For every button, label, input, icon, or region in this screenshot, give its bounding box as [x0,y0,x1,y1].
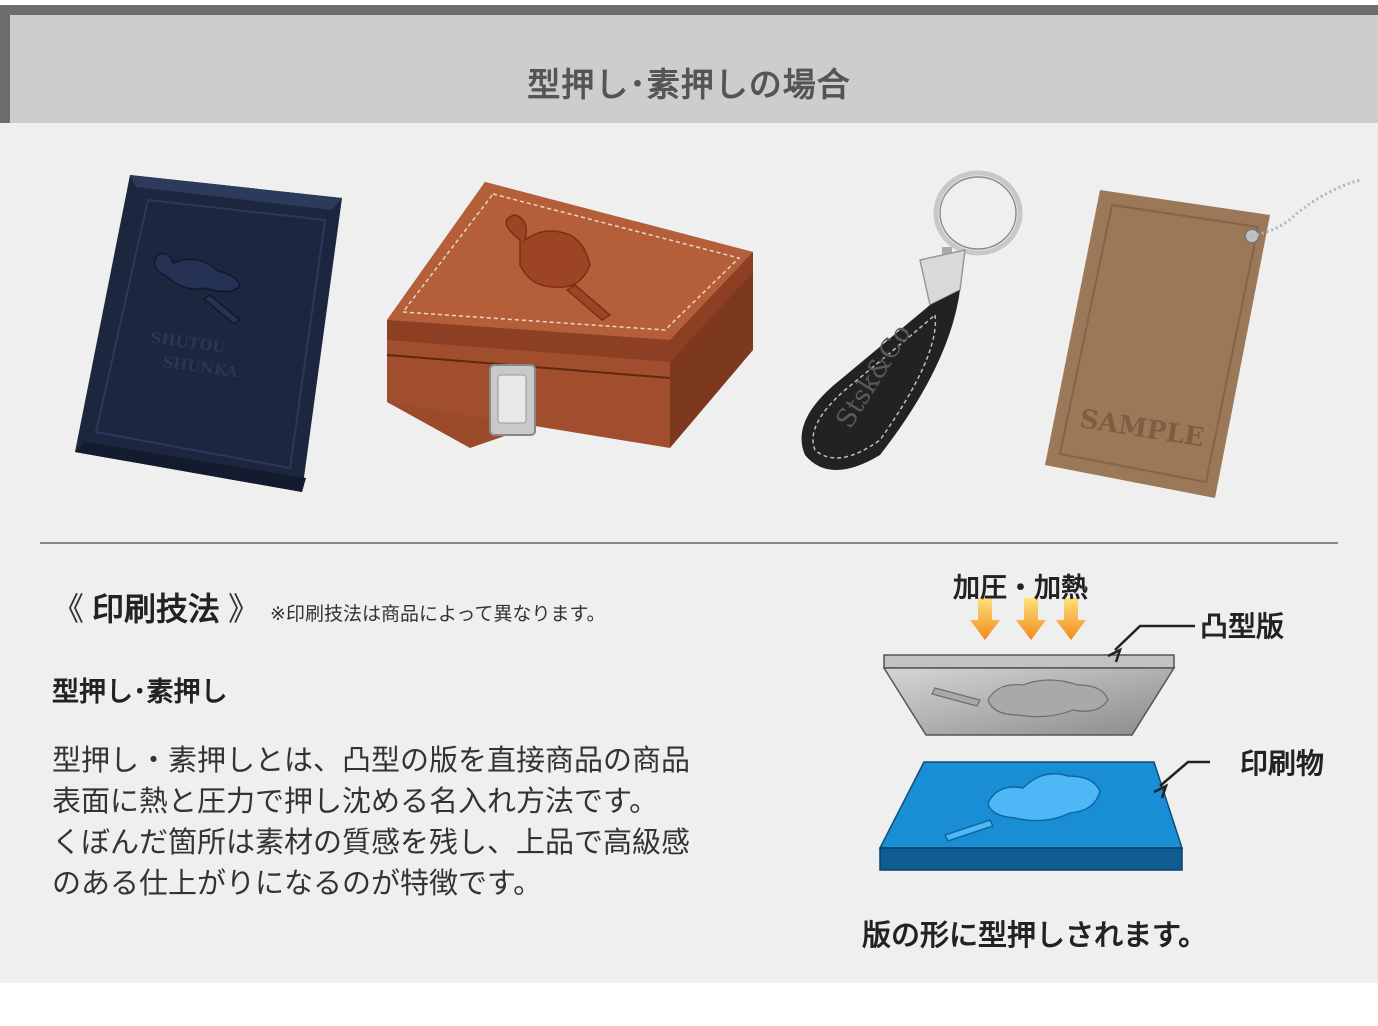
diagram-caption: 版の形に型押しされます。 [862,918,1208,952]
method-description: 型押し・素押しとは、凸型の版を直接商品の商品 表面に熱と圧力で押し沈める名入れ方… [52,740,812,904]
section-divider [40,542,1338,544]
embossing-diagram [878,598,1210,871]
print-item-label: 印刷物 [1240,747,1325,780]
description-line: くぼんだ箇所は素材の質感を残し、上品で高級感 [52,825,691,859]
technique-close-bracket: 》 [228,590,261,628]
shoehorn-keychain-image: Stsk&Co [801,170,1023,470]
technique-label: 印刷技法 [92,590,221,628]
description-line: 型押し・素押しとは、凸型の版を直接商品の商品 [52,743,691,777]
header-top-line [0,5,1378,15]
description-line: のある仕上がりになるのが特徴です。 [52,866,543,900]
method-title: 型押し･素押し [52,677,228,708]
plate-label: 凸型版 [1200,610,1285,643]
notebook-cover-image: SHUTOU SHUNKA [75,175,342,492]
leather-box-image [386,182,753,448]
printed-item-shape [878,761,1184,871]
technique-row: 《 印刷技法 》 ※印刷技法は商品によって異なります。 [52,584,606,630]
section-title: 型押し･素押しの場合 [527,65,851,104]
technique-open-bracket: 《 [52,590,85,628]
plate-shape [882,654,1176,736]
description-line: 表面に熱と圧力で押し沈める名入れ方法です。 [52,784,659,818]
leather-tag-image: SAMPLE [1045,178,1361,498]
technique-note: ※印刷技法は商品によって異なります。 [270,603,606,625]
heat-pressure-label: 加圧・加熱 [953,573,1088,604]
